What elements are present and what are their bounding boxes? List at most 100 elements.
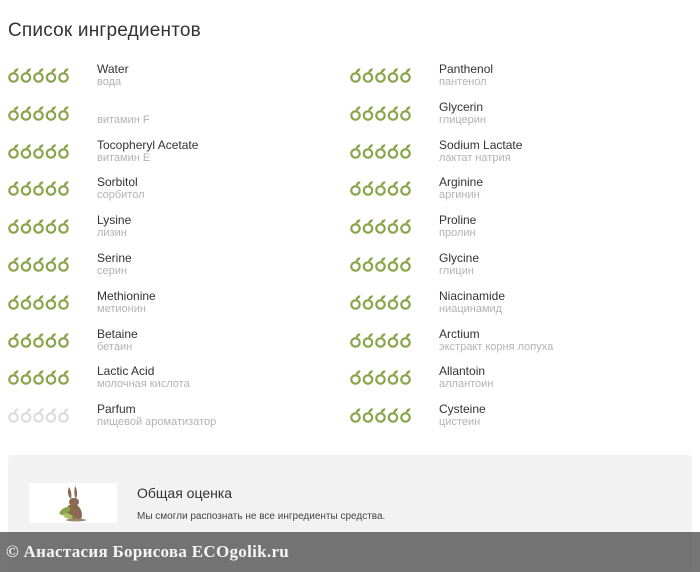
ingredient-row[interactable]: Lactic Acid молочная кислота [8, 364, 348, 402]
leaf-icon [387, 219, 399, 234]
leaf-icon [387, 370, 399, 386]
ingredient-names: Water вода [97, 62, 129, 89]
ingredient-row[interactable]: Water вода [8, 62, 348, 100]
ingredients-list-left: Water вода витамин F Tocopheryl Acetate вита… [8, 62, 348, 440]
ingredient-name: Tocopheryl Acetate [97, 137, 199, 152]
leaf-icon [387, 295, 399, 310]
ingredient-row[interactable]: Sodium Lactate лактат натрия [350, 138, 690, 176]
ingredient-translation: цистеин [439, 416, 481, 429]
leaf-icon [33, 370, 44, 386]
leaf-icon [45, 295, 57, 310]
leaf-icon [58, 332, 69, 348]
ingredient-row[interactable]: Arctium экстракт корня лопуха [350, 327, 690, 365]
ingredient-names: Lactic Acid молочная кислота [97, 364, 190, 391]
watermark-text: © Анастасия Борисова ECOgolik.ru [6, 542, 290, 561]
leaf-icon [387, 106, 399, 121]
leaf-icon [400, 143, 411, 159]
rating-leaves [350, 369, 412, 386]
leaf-icon [33, 408, 44, 423]
leaf-icon [350, 143, 361, 159]
ingredient-name: Sodium Lactate [439, 137, 523, 152]
leaf-icon [350, 219, 361, 234]
leaf-icon [400, 295, 411, 310]
ingredient-names: Parfum пищевой ароматизатор [97, 402, 216, 429]
ingredient-row[interactable]: Glycine глицин [350, 251, 690, 289]
rating-leaves [350, 332, 412, 348]
leaf-icon [45, 332, 57, 348]
leaf-icon [400, 257, 411, 272]
rating-leaves [8, 407, 70, 423]
ingredient-row[interactable]: Proline пролин [350, 213, 690, 251]
leaf-icon [20, 68, 32, 83]
leaf-icon [58, 408, 69, 423]
ingredient-row[interactable]: Parfum пищевой ароматизатор [8, 402, 348, 440]
summary-title: Общая оценка [137, 485, 233, 501]
ingredient-names: Arginine аргинин [439, 175, 483, 202]
ingredient-row[interactable]: Sorbitol сорбитол [8, 175, 348, 213]
leaf-icon [45, 68, 57, 83]
leaf-icon [45, 257, 57, 272]
summary-text: Мы смогли распознать не все ингредиенты … [137, 511, 386, 522]
ingredient-name: Proline [439, 213, 477, 228]
ingredient-row[interactable]: Niacinamide ниацинамид [350, 289, 690, 327]
leaf-icon [362, 295, 374, 310]
leaf-icon [387, 181, 399, 197]
leaf-icon [8, 370, 19, 386]
ingredient-row[interactable]: Serine серин [8, 251, 348, 289]
leaf-icon [350, 370, 361, 386]
leaf-icon [375, 295, 386, 310]
ingredient-name: Methionine [97, 288, 156, 303]
ingredient-name: Lactic Acid [97, 364, 155, 379]
rating-leaves [8, 180, 70, 197]
leaf-icon [20, 181, 32, 197]
ingredient-row[interactable]: Glycerin глицерин [350, 100, 690, 138]
leaf-icon [8, 68, 19, 83]
leaf-icon [375, 219, 386, 234]
ingredient-row[interactable]: Tocopheryl Acetate витамин E [8, 138, 348, 176]
leaf-icon [33, 143, 44, 159]
leaf-icon [400, 181, 411, 197]
leaf-icon [33, 68, 44, 83]
ingredient-row[interactable]: Betaine бетаин [8, 327, 348, 365]
rabbit-logo-icon [59, 486, 86, 522]
leaf-icon [375, 370, 386, 386]
rating-leaves [350, 407, 412, 423]
ingredient-name: Parfum [97, 402, 136, 417]
leaf-icon [400, 408, 411, 423]
ingredient-name: Betaine [97, 326, 138, 341]
ingredient-translation: пролин [439, 227, 476, 240]
ingredient-name: Water [97, 62, 129, 76]
leaf-icon [350, 181, 361, 197]
ingredient-row[interactable]: Panthenol пантенол [350, 62, 690, 100]
leaf-icon [375, 181, 386, 197]
leaf-icon [20, 257, 32, 272]
leaf-icon [8, 332, 19, 348]
leaf-icon [45, 181, 57, 197]
ingredient-translation: ниацинамид [439, 302, 503, 315]
ingredient-row[interactable]: Allantoin аллантоин [350, 364, 690, 402]
rating-leaves [8, 218, 70, 234]
ingredient-row[interactable]: Methionine метионин [8, 289, 348, 327]
ingredient-names: Sodium Lactate лактат натрия [439, 138, 522, 165]
rating-leaves [8, 67, 70, 83]
leaf-icon [33, 295, 44, 310]
ingredient-row[interactable]: витамин F [8, 100, 348, 138]
ingredient-row[interactable]: Lysine лизин [8, 213, 348, 251]
leaf-icon [20, 295, 32, 310]
ingredient-row[interactable]: Cysteine цистеин [350, 402, 690, 440]
ingredient-names: Glycerin глицерин [439, 100, 486, 127]
leaf-icon [8, 143, 19, 159]
leaf-icon [350, 106, 361, 121]
ingredient-names: Proline пролин [439, 213, 476, 240]
logo-box [29, 483, 117, 523]
ingredient-row[interactable]: Arginine аргинин [350, 175, 690, 213]
leaf-icon [362, 408, 374, 423]
leaf-icon [45, 106, 57, 121]
leaf-icon [375, 257, 386, 272]
leaf-icon [58, 143, 69, 159]
rating-leaves [8, 369, 70, 386]
ingredient-translation: аллантоин [439, 378, 494, 391]
ingredient-translation: глицерин [439, 113, 486, 126]
leaf-icon [375, 68, 386, 83]
ingredient-name: Sorbitol [97, 175, 138, 190]
